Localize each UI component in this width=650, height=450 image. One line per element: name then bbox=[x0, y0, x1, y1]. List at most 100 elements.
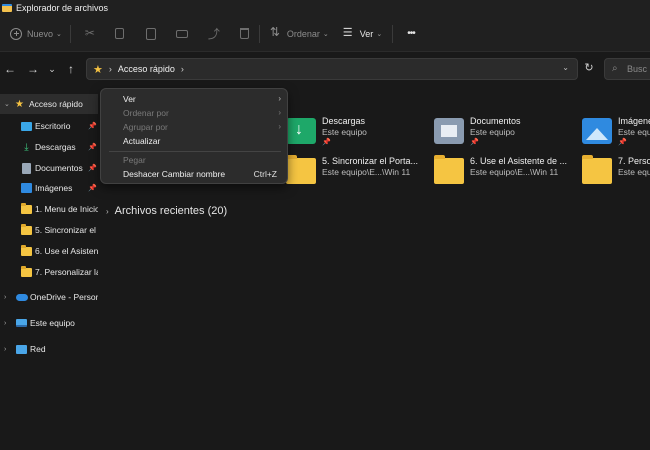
quick-access-tile[interactable]: Descargas Este equipo 📌 bbox=[286, 116, 367, 156]
refresh-button[interactable]: ↻ bbox=[581, 61, 597, 77]
quick-access-tile[interactable]: Documentos Este equipo 📌 bbox=[434, 116, 521, 156]
view-label: Ver bbox=[359, 28, 374, 39]
view-icon bbox=[343, 26, 355, 40]
paste-icon bbox=[145, 27, 156, 40]
sidebar-item-folder-5[interactable]: 5. Sincronizar el Pc bbox=[0, 220, 98, 240]
address-bar[interactable]: ★ › Acceso rápido › ⌄ bbox=[86, 58, 578, 80]
menu-item-undo-rename[interactable]: Deshacer Cambiar nombre Ctrl+Z bbox=[101, 167, 289, 181]
tile-location: Este equipo\E...\Win 11 bbox=[470, 167, 559, 177]
chevron-down-icon: ⌄ bbox=[56, 30, 62, 38]
sidebar-item-label: 5. Sincronizar el Pc bbox=[35, 225, 98, 235]
sidebar-item-this-pc[interactable]: › Este equipo bbox=[0, 313, 98, 333]
pin-icon: 📌 bbox=[470, 139, 479, 146]
menu-item-paste[interactable]: Pegar bbox=[101, 153, 289, 167]
command-bar: Nuevo ⌄ Ordenar ⌄ Ver ⌄ ••• bbox=[0, 16, 650, 52]
tile-name: Descargas bbox=[322, 116, 366, 126]
chevron-right-icon[interactable]: › bbox=[4, 294, 6, 301]
more-options-button[interactable]: ••• bbox=[407, 22, 415, 46]
quick-access-tile[interactable]: 6. Use el Asistente de ... Este equipo\E… bbox=[434, 155, 567, 196]
sidebar-item-label: Escritorio bbox=[35, 121, 71, 131]
cut-button[interactable] bbox=[85, 22, 97, 46]
trash-icon bbox=[239, 28, 249, 39]
quick-access-tile[interactable]: Imágenes Este equipo 📌 bbox=[582, 116, 650, 156]
menu-item-group-by[interactable]: Agrupar por › bbox=[101, 120, 289, 134]
breadcrumb-separator[interactable]: › bbox=[109, 64, 112, 74]
sort-button[interactable]: Ordenar ⌄ bbox=[270, 22, 329, 46]
folder-icon bbox=[582, 155, 612, 184]
view-button[interactable]: Ver ⌄ bbox=[343, 22, 382, 46]
desktop-icon bbox=[21, 121, 32, 131]
search-icon: ⌕ bbox=[612, 63, 618, 74]
chevron-right-icon[interactable]: › bbox=[106, 207, 109, 216]
copy-button[interactable] bbox=[114, 22, 124, 46]
tile-name: Imágenes bbox=[618, 116, 650, 126]
tile-location: Este equipo bbox=[322, 127, 367, 137]
chevron-down-icon[interactable]: ⌄ bbox=[562, 63, 569, 72]
breadcrumb-separator[interactable]: › bbox=[181, 64, 184, 74]
quick-access-tile[interactable]: 7. Persona Este equipo bbox=[582, 155, 650, 196]
chevron-down-icon: ⌄ bbox=[376, 30, 383, 38]
downloads-icon: ⤓ bbox=[24, 141, 29, 153]
tile-location: Este equipo\E...\Win 11 bbox=[322, 167, 411, 177]
navigation-pane: ⌄ ★ Acceso rápido Escritorio 📌 ⤓ Descarg… bbox=[0, 92, 98, 450]
toolbar-divider bbox=[258, 24, 260, 43]
pictures-icon bbox=[21, 183, 32, 193]
paste-button[interactable] bbox=[145, 22, 156, 46]
forward-button[interactable]: → bbox=[25, 61, 41, 77]
menu-item-refresh[interactable]: Actualizar bbox=[101, 134, 289, 148]
onedrive-icon bbox=[16, 293, 28, 301]
menu-item-shortcut: Ctrl+Z bbox=[253, 169, 277, 179]
context-menu: Ver › Ordenar por › Agrupar por › Actual… bbox=[100, 88, 288, 184]
network-icon bbox=[16, 344, 27, 354]
sidebar-item-folder-1[interactable]: 1. Menu de Inicio a bbox=[0, 199, 98, 219]
sidebar-item-folder-6[interactable]: 6. Use el Asistente bbox=[0, 241, 98, 261]
menu-item-view[interactable]: Ver › bbox=[101, 92, 289, 106]
folder-icon bbox=[21, 265, 32, 277]
sidebar-item-onedrive[interactable]: › OneDrive - Personal bbox=[0, 287, 98, 307]
sort-icon bbox=[270, 25, 282, 40]
sidebar-item-pictures[interactable]: Imágenes 📌 bbox=[0, 178, 98, 198]
back-button[interactable]: ← bbox=[2, 61, 18, 77]
sidebar-item-network[interactable]: › Red bbox=[0, 339, 98, 359]
menu-item-label: Ver bbox=[123, 94, 136, 104]
documents-folder-icon bbox=[434, 118, 464, 144]
downloads-folder-icon bbox=[286, 118, 316, 144]
share-icon bbox=[208, 25, 220, 42]
tile-name: Documentos bbox=[470, 116, 521, 126]
up-button[interactable]: ↑ bbox=[63, 61, 79, 77]
recent-files-label: Archivos recientes (20) bbox=[114, 205, 228, 217]
sidebar-item-label: Documentos bbox=[35, 163, 83, 173]
menu-separator bbox=[109, 151, 281, 152]
new-button[interactable]: Nuevo ⌄ bbox=[10, 22, 62, 46]
menu-item-sort-by[interactable]: Ordenar por › bbox=[101, 106, 289, 120]
chevron-down-icon[interactable]: ⌄ bbox=[4, 100, 10, 108]
sidebar-item-downloads[interactable]: ⤓ Descargas 📌 bbox=[0, 137, 98, 157]
file-explorer-icon bbox=[2, 4, 12, 12]
sidebar-item-desktop[interactable]: Escritorio 📌 bbox=[0, 116, 98, 136]
breadcrumb-quick-access[interactable]: Acceso rápido bbox=[118, 64, 175, 74]
pin-icon: 📌 bbox=[618, 139, 627, 146]
share-button[interactable] bbox=[208, 22, 220, 46]
folder-icon bbox=[434, 155, 464, 184]
toolbar-divider bbox=[69, 24, 71, 43]
delete-button[interactable] bbox=[239, 22, 249, 46]
folder-icon bbox=[286, 155, 316, 184]
recent-locations-button[interactable]: ⌄ bbox=[44, 61, 60, 77]
rename-button[interactable] bbox=[175, 22, 188, 46]
sidebar-item-label: Descargas bbox=[35, 142, 76, 152]
quick-access-tile[interactable]: 5. Sincronizar el Porta... Este equipo\E… bbox=[286, 155, 418, 196]
sidebar-item-folder-7[interactable]: 7. Personalizar la se bbox=[0, 262, 98, 282]
recent-files-header[interactable]: › Archivos recientes (20) bbox=[106, 205, 227, 217]
window-title: Explorador de archivos bbox=[16, 3, 109, 13]
chevron-right-icon[interactable]: › bbox=[4, 320, 6, 327]
title-bar: Explorador de archivos bbox=[0, 0, 650, 16]
new-label: Nuevo bbox=[27, 28, 54, 39]
sidebar-item-label: Imágenes bbox=[35, 183, 73, 193]
sidebar-item-quick-access[interactable]: ⌄ ★ Acceso rápido bbox=[0, 94, 98, 114]
pin-icon: 📌 bbox=[88, 185, 97, 192]
sidebar-item-documents[interactable]: Documentos 📌 bbox=[0, 158, 98, 178]
search-input[interactable]: ⌕ Busc bbox=[604, 58, 650, 80]
folder-icon bbox=[21, 244, 32, 256]
chevron-right-icon[interactable]: › bbox=[4, 346, 6, 353]
sidebar-item-label: Este equipo bbox=[30, 318, 75, 328]
